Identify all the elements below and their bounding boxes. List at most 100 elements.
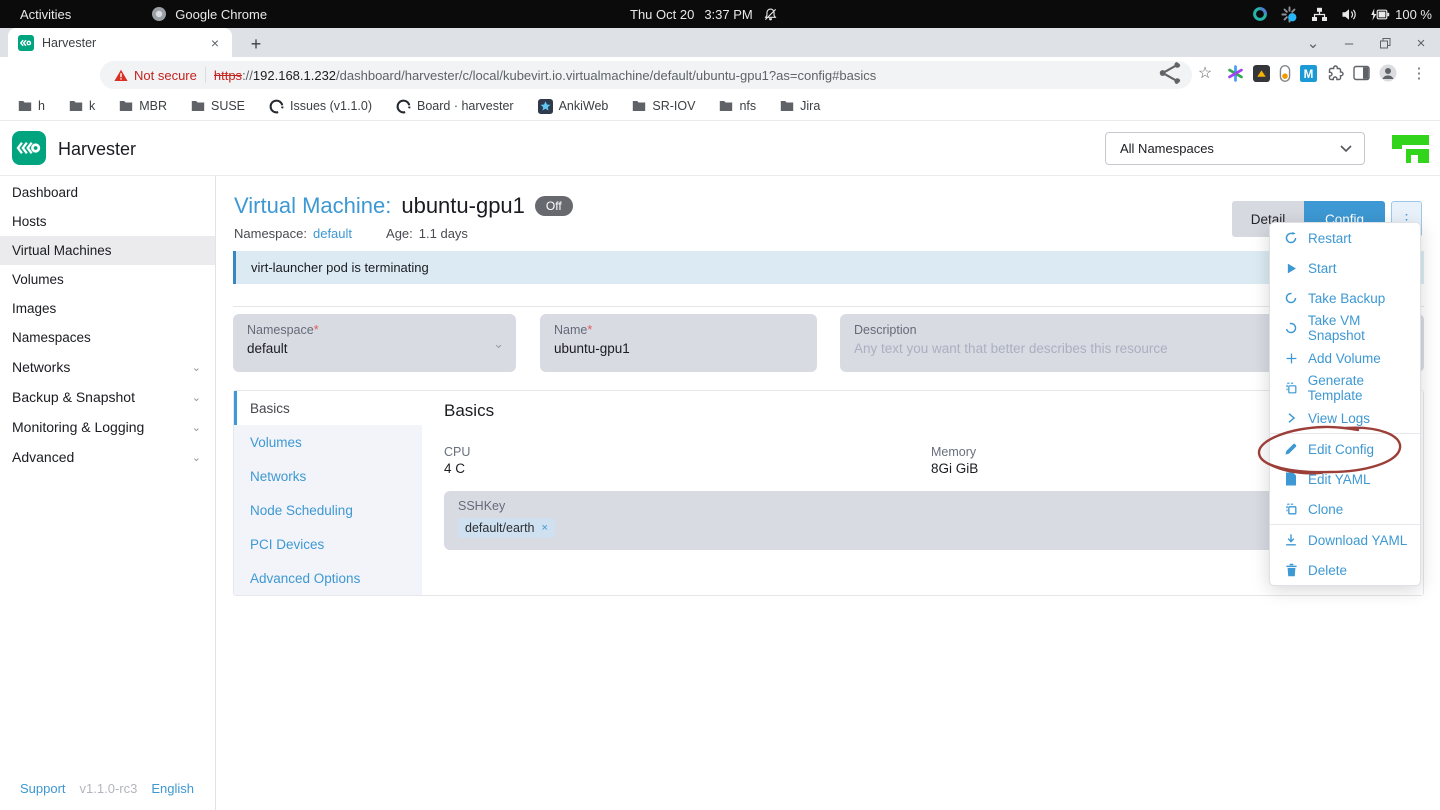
ring-indicator-icon [1252,6,1268,22]
activities-button[interactable]: Activities [20,7,71,22]
bookmark-item[interactable]: AnkiWeb [538,99,609,114]
svg-text:M: M [1304,67,1314,80]
menu-item-generate-template[interactable]: Generate Template [1270,373,1420,403]
browser-menu-icon[interactable]: ⋮ [1406,60,1432,86]
sidebar-group-backup-snapshot[interactable]: Backup & Snapshot⌄ [0,382,215,412]
cpu-field: CPU 4 C [444,445,470,476]
bookmark-item[interactable]: nfs [719,99,756,113]
bookmark-item[interactable]: Issues (v1.1.0) [269,99,372,114]
tab-volumes[interactable]: Volumes [234,425,422,459]
address-bar[interactable]: Not secure https://192.168.1.232/dashboa… [100,61,1192,89]
focused-app-indicator[interactable]: Google Chrome [151,0,267,28]
tab-advanced-options[interactable]: Advanced Options [234,561,422,595]
extensions-puzzle-icon[interactable] [1326,64,1344,82]
sidebar-item-hosts[interactable]: Hosts [0,207,215,236]
side-panel-icon[interactable] [1353,65,1370,81]
anki-icon [538,99,553,114]
share-icon[interactable] [1157,60,1183,86]
sidebar-group-networks[interactable]: Networks⌄ [0,352,215,382]
system-tray[interactable]: 100 % [1252,0,1432,28]
namespace-field-value: default [247,341,502,356]
sidebar-nav: Dashboard Hosts Virtual Machines Volumes… [0,176,216,810]
bookmark-item[interactable]: Board · harvester [396,99,514,114]
notifications-muted-bell-icon [763,7,778,22]
window-close-button[interactable]: × [1408,30,1434,56]
menu-item-take-backup[interactable]: Take Backup [1270,283,1420,313]
github-icon [396,99,411,114]
battery-indicator: 100 % [1370,0,1432,28]
bookmark-item[interactable]: SUSE [191,99,245,113]
namespace-link[interactable]: default [313,226,352,241]
suse-brand-icon [1392,130,1429,167]
sidebar-group-monitoring-logging[interactable]: Monitoring & Logging⌄ [0,412,215,442]
folder-icon [719,100,733,112]
tab-title: Harvester [42,36,198,50]
window-minimize-button[interactable]: – [1336,30,1362,56]
github-icon [269,99,284,114]
resource-type-link[interactable]: Virtual Machine: [234,193,391,219]
browser-tab[interactable]: Harvester × [8,28,232,57]
harvester-logo[interactable] [12,131,46,165]
menu-item-start[interactable]: Start [1270,253,1420,283]
sidebar-item-namespaces[interactable]: Namespaces [0,323,215,352]
tab-pci-devices[interactable]: PCI Devices [234,527,422,561]
resource-name: ubuntu-gpu1 [401,193,525,219]
menu-item-view-logs[interactable]: View Logs [1270,403,1420,433]
bookmark-item[interactable]: Jira [780,99,820,113]
profile-avatar[interactable] [1379,64,1397,82]
file-icon [1283,471,1299,487]
clock[interactable]: Thu Oct 20 3:37 PM [630,0,778,28]
sidebar-item-volumes[interactable]: Volumes [0,265,215,294]
tab-basics[interactable]: Basics [234,391,422,425]
chrome-app-icon [151,6,167,22]
bookmark-item[interactable]: k [69,99,95,113]
window-restore-button[interactable] [1372,30,1398,56]
menu-item-clone[interactable]: Clone [1270,494,1420,524]
folder-icon [191,100,205,112]
tab-close-icon[interactable]: × [206,34,224,52]
menu-item-restart[interactable]: Restart [1270,223,1420,253]
menu-item-delete[interactable]: Delete [1270,555,1420,585]
menu-item-add-volume[interactable]: Add Volume [1270,343,1420,373]
sidebar-item-virtual-machines[interactable]: Virtual Machines [0,236,215,265]
menu-item-take-vm-snapshot[interactable]: Take VM Snapshot [1270,313,1420,343]
system-top-bar: Activities Google Chrome Thu Oct 20 3:37… [0,0,1440,28]
remove-tag-icon[interactable]: × [542,522,548,534]
extension-m-icon[interactable]: M [1300,65,1317,82]
tab-search-chevron-icon[interactable]: ⌄ [1300,30,1326,56]
sidebar-item-dashboard[interactable]: Dashboard [0,178,215,207]
tab-networks[interactable]: Networks [234,459,422,493]
bookmark-item[interactable]: h [18,99,45,113]
download-icon [1283,532,1299,548]
clone-icon [1283,501,1299,517]
sidebar-group-advanced[interactable]: Advanced⌄ [0,442,215,472]
bookmark-item[interactable]: MBR [119,99,167,113]
sshkey-field[interactable]: SSHKey default/earth × [444,491,1410,550]
menu-item-download-yaml[interactable]: Download YAML [1270,525,1420,555]
folder-icon [780,100,794,112]
menu-item-edit-yaml[interactable]: Edit YAML [1270,464,1420,494]
name-field: Name* ubuntu-gpu1 [540,314,817,372]
sidebar-item-images[interactable]: Images [0,294,215,323]
chevron-down-icon: ⌄ [192,451,201,464]
tab-node-scheduling[interactable]: Node Scheduling [234,493,422,527]
bookmark-item[interactable]: SR-IOV [632,99,695,113]
not-secure-warning[interactable]: Not secure [114,68,197,83]
trash-icon [1283,562,1299,578]
extension-asterisk-icon[interactable] [1227,65,1244,82]
support-link[interactable]: Support [20,781,66,796]
age-value: 1.1 days [419,226,468,241]
backup-icon [1283,290,1299,306]
menu-item-edit-config[interactable]: Edit Config [1270,434,1420,464]
url-text: https://192.168.1.232/dashboard/harveste… [214,68,876,83]
namespace-filter-select[interactable]: All Namespaces [1105,132,1365,165]
extension-oval-icon[interactable] [1279,65,1291,82]
new-tab-button[interactable]: + [244,32,268,56]
toolbar-right-icons: ☆ M ⋮ [1157,60,1432,86]
version-label: v1.1.0-rc3 [80,781,138,796]
bookmark-star-icon[interactable]: ☆ [1192,60,1218,86]
extension-dark-icon[interactable] [1253,65,1270,82]
config-tabs-panel: Basics Volumes Networks Node Scheduling … [233,390,1424,596]
network-icon [1311,7,1328,22]
language-link[interactable]: English [151,781,194,796]
